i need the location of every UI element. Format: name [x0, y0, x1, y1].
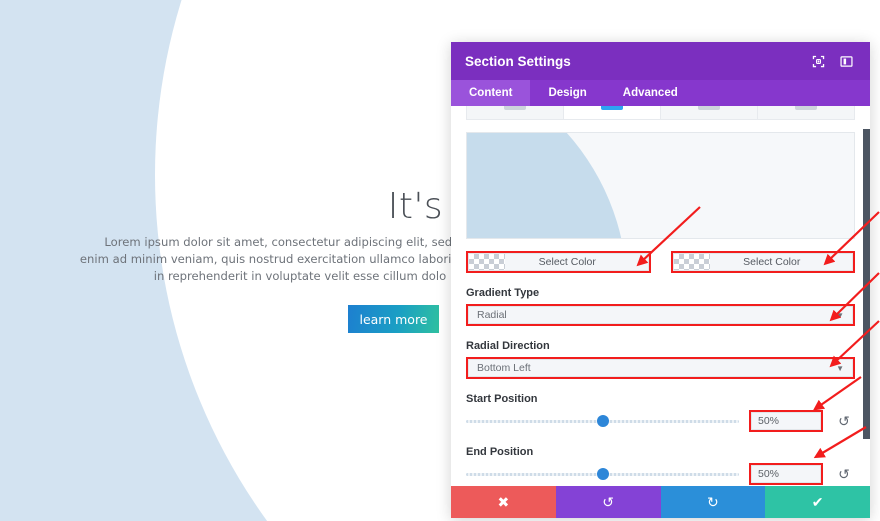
end-position-row: ↺	[466, 463, 855, 485]
video-icon	[795, 106, 817, 110]
start-position-handle[interactable]	[596, 415, 609, 427]
background-type-video[interactable]	[758, 106, 854, 119]
end-position-handle[interactable]	[596, 468, 609, 480]
color-swatch-2-icon	[673, 254, 710, 270]
cancel-button[interactable]: ✖	[451, 486, 556, 518]
select-color-button-2[interactable]: Select Color	[672, 253, 853, 271]
select-color-label-2: Select Color	[743, 256, 801, 268]
gradient-type-select[interactable]: Radial ▼	[468, 306, 853, 324]
select-color-label-1: Select Color	[538, 256, 596, 268]
background-type-color[interactable]	[467, 106, 564, 119]
chevron-down-icon: ▼	[836, 363, 844, 373]
expand-icon[interactable]	[808, 51, 828, 71]
modal-tab-bar: Content Design Advanced	[451, 80, 870, 106]
gradient-color-2-highlight: Select Color	[670, 251, 855, 273]
background-type-image[interactable]	[661, 106, 758, 119]
gradient-preview-shape	[467, 133, 627, 238]
image-icon	[698, 106, 720, 110]
background-type-gradient[interactable]	[564, 106, 661, 119]
settings-scroll-area: Select Color Select Color Gradient Type …	[451, 106, 870, 486]
gradient-color-1-highlight: Select Color	[466, 251, 651, 273]
start-position-reset-icon[interactable]: ↺	[833, 413, 855, 430]
tab-advanced[interactable]: Advanced	[605, 80, 696, 106]
gradient-color-row: Select Color Select Color	[466, 251, 855, 273]
modal-scrollbar-thumb[interactable]	[863, 129, 870, 439]
end-position-slider[interactable]	[466, 464, 739, 484]
start-position-input[interactable]	[751, 412, 821, 430]
radial-direction-select[interactable]: Bottom Left ▼	[468, 359, 853, 377]
modal-scrollbar[interactable]	[863, 106, 870, 486]
end-position-reset-icon[interactable]: ↺	[833, 466, 855, 483]
end-position-input[interactable]	[751, 465, 821, 483]
redo-button[interactable]: ↻	[660, 486, 766, 518]
tab-content[interactable]: Content	[451, 80, 531, 106]
modal-title: Section Settings	[465, 53, 571, 69]
start-position-slider[interactable]	[466, 411, 739, 431]
gradient-type-highlight: Radial ▼	[466, 304, 855, 326]
chevron-down-icon: ▼	[836, 310, 844, 320]
save-button[interactable]: ✔	[765, 486, 870, 518]
radial-direction-highlight: Bottom Left ▼	[466, 357, 855, 379]
undo-button[interactable]: ↺	[555, 486, 661, 518]
start-position-label: Start Position	[466, 393, 538, 405]
gradient-preview	[466, 132, 855, 239]
select-color-button-1[interactable]: Select Color	[468, 253, 649, 271]
start-position-row: ↺	[466, 410, 855, 432]
start-position-highlight	[749, 410, 823, 432]
radial-direction-value: Bottom Left	[477, 362, 531, 374]
modal-body: Select Color Select Color Gradient Type …	[451, 106, 870, 486]
learn-more-button[interactable]: learn more	[348, 305, 439, 333]
end-position-highlight	[749, 463, 823, 485]
background-type-switcher	[466, 106, 855, 120]
radial-direction-label: Radial Direction	[466, 340, 550, 352]
color-swatch-icon	[504, 106, 526, 110]
modal-footer: ✖ ↺ ↻ ✔	[451, 486, 870, 518]
gradient-icon	[601, 106, 623, 110]
layout-icon[interactable]	[836, 51, 856, 71]
gradient-type-value: Radial	[477, 309, 507, 321]
end-position-label: End Position	[466, 446, 534, 458]
color-swatch-1-icon	[469, 254, 505, 270]
gradient-type-label: Gradient Type	[466, 287, 540, 299]
section-settings-modal: Section Settings Content Design Advanced	[451, 42, 870, 518]
tab-design[interactable]: Design	[530, 80, 604, 106]
modal-header: Section Settings	[451, 42, 870, 80]
